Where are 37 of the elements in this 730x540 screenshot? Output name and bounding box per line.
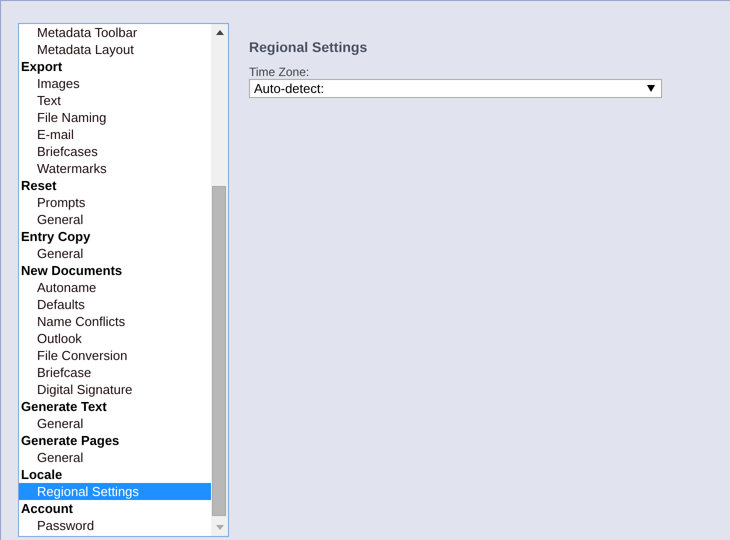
scroll-thumb[interactable] — [212, 186, 226, 516]
list-item[interactable]: General — [19, 449, 211, 466]
group-heading[interactable]: Export — [19, 58, 211, 75]
dropdown[interactable]: Auto-detect: — [249, 79, 662, 98]
list-item[interactable]: Briefcase — [19, 364, 211, 381]
list-item[interactable]: General — [19, 415, 211, 432]
list-item[interactable]: Outlook — [19, 330, 211, 347]
group-heading[interactable]: Generate Text — [19, 398, 211, 415]
scrollbar[interactable] — [211, 24, 228, 536]
list-item[interactable]: Autoname — [19, 279, 211, 296]
list-item[interactable]: File Naming — [19, 109, 211, 126]
list-item[interactable]: General — [19, 245, 211, 262]
list-item[interactable]: Password — [19, 517, 211, 534]
caret-icon — [647, 85, 655, 92]
list-item[interactable]: Watermarks — [19, 160, 211, 177]
list-item[interactable]: Prompts — [19, 194, 211, 211]
list-item[interactable]: Digital Signature — [19, 381, 211, 398]
section-title: Regional Settings — [249, 39, 368, 55]
list-item[interactable]: Metadata Toolbar — [19, 24, 211, 41]
list-item[interactable]: Images — [19, 75, 211, 92]
list-item[interactable]: File Conversion — [19, 347, 211, 364]
list-item[interactable]: Metadata Layout — [19, 41, 211, 58]
group-heading[interactable]: Locale — [19, 466, 211, 483]
scroll-down-icon[interactable] — [216, 525, 224, 530]
group-heading[interactable]: New Documents — [19, 262, 211, 279]
field-label: Time Zone: — [249, 65, 310, 79]
group-heading[interactable]: Reset — [19, 177, 211, 194]
list-item[interactable]: Text — [19, 92, 211, 109]
group-heading[interactable]: Entry Copy — [19, 228, 211, 245]
list-item[interactable]: Name Conflicts — [19, 313, 211, 330]
list-item[interactable]: Defaults — [19, 296, 211, 313]
scroll-up-icon[interactable] — [216, 30, 224, 35]
list-item[interactable]: General — [19, 211, 211, 228]
group-heading[interactable]: Generate Pages — [19, 432, 211, 449]
list-item[interactable]: E-mail — [19, 126, 211, 143]
group-heading[interactable]: Account — [19, 500, 211, 517]
list-item[interactable]: Briefcases — [19, 143, 211, 160]
